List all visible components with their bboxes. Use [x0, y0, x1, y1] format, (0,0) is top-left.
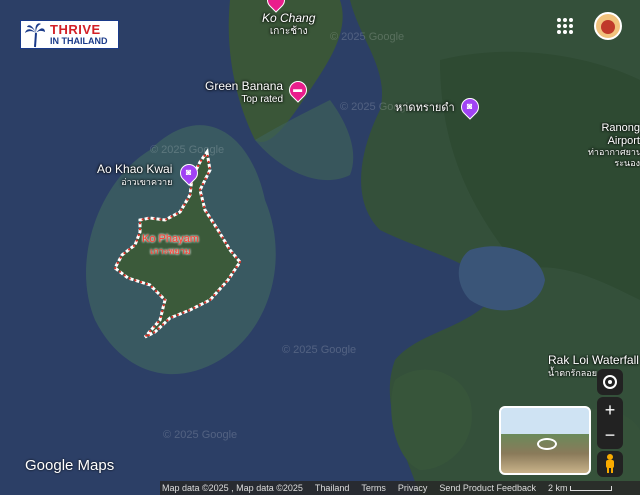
apps-grid-icon[interactable]	[557, 18, 573, 34]
ko-chang-native: เกาะช้าง	[269, 25, 308, 37]
ko-chang-label[interactable]: Ko Chang เกาะช้าง	[262, 11, 316, 37]
ao-khao-kwai-label[interactable]: Ao Khao Kwai อ่าวเขาควาย	[97, 162, 173, 187]
privacy-link[interactable]: Privacy	[398, 483, 428, 493]
rak-loi-waterfall-label[interactable]: Rak Loi Waterfall น้ำตกรักลอย	[548, 354, 640, 378]
brand-line1: THRIVE	[50, 22, 101, 37]
pegman-icon	[606, 454, 614, 473]
watermark: © 2025 Google	[163, 429, 237, 441]
ranong-airport-line2: Airport	[607, 134, 640, 147]
watermark: © 2025 Google	[150, 144, 224, 156]
ranong-airport-native2: ระนอง	[614, 157, 640, 168]
ko-phayam-label[interactable]: Ko Phayam เกาะพยาม	[142, 233, 199, 256]
target-icon	[603, 375, 617, 389]
map-data-text: Map data ©2025 , Map data ©2025	[162, 483, 303, 493]
scale-label: 2 km	[547, 483, 568, 493]
green-banana-label[interactable]: Green Banana Top rated	[205, 79, 284, 105]
map-footer: Map data ©2025 , Map data ©2025 Thailand…	[160, 481, 640, 495]
watermark: © 2025 Google	[330, 31, 404, 43]
ao-khao-kwai-native: อ่าวเขาควาย	[121, 176, 173, 187]
ranong-airport-label[interactable]: Ranong Airport ท่าอากาศยาน ระนอง	[588, 122, 640, 168]
rak-loi-native: น้ำตกรักลอย	[548, 367, 597, 378]
rak-loi-name: Rak Loi Waterfall	[548, 354, 639, 367]
terms-link[interactable]: Terms	[361, 483, 386, 493]
green-banana-name: Green Banana	[205, 79, 284, 93]
zoom-in-button[interactable]: +	[597, 397, 623, 423]
thrive-in-thailand-logo: THRIVE IN THAILAND	[20, 20, 119, 49]
had-sai-dam-name: หาดทรายดำ	[395, 102, 455, 114]
green-banana-sub: Top rated	[241, 93, 284, 105]
ranong-airport-native1: ท่าอากาศยาน	[588, 147, 640, 158]
zoom-controls: + −	[597, 397, 623, 449]
ko-phayam-native: เกาะพยาม	[150, 245, 191, 256]
google-maps-logo: Google Maps	[25, 457, 115, 474]
scale-bar[interactable]: 2 km	[548, 483, 613, 493]
send-feedback-link[interactable]: Send Product Feedback	[439, 483, 536, 493]
zoom-out-button[interactable]: −	[597, 423, 623, 449]
had-sai-dam-label[interactable]: หาดทรายดำ	[395, 102, 455, 115]
country-link[interactable]: Thailand	[315, 483, 350, 493]
brand-line2: IN THAILAND	[50, 36, 108, 46]
watermark: © 2025 Google	[282, 344, 356, 356]
rotate-360-icon	[537, 438, 557, 450]
pegman-button[interactable]	[597, 451, 623, 477]
ko-chang-name: Ko Chang	[262, 11, 316, 25]
avatar[interactable]	[594, 12, 622, 40]
ranong-airport-line1: Ranong	[601, 122, 640, 134]
ko-phayam-name: Ko Phayam	[142, 233, 199, 245]
palm-tree-icon	[25, 23, 45, 48]
street-view-thumbnail[interactable]	[499, 406, 591, 475]
ao-khao-kwai-name: Ao Khao Kwai	[97, 162, 173, 176]
my-location-button[interactable]	[597, 369, 623, 395]
